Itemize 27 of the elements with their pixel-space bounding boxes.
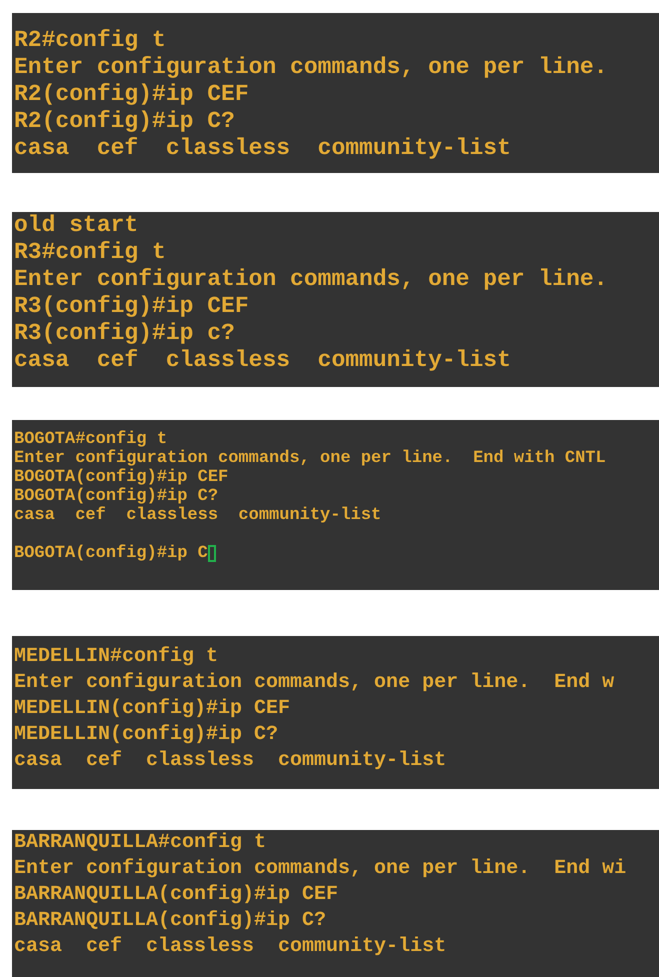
terminal-line: BOGOTA(config)#ip C? <box>14 487 218 506</box>
terminal-line: R2(config)#ip CEF <box>14 81 249 108</box>
terminal-line: Enter configuration commands, one per line. End wi <box>14 856 626 882</box>
terminal-line: MEDELLIN#config t <box>14 644 218 670</box>
terminal-line: Enter configuration commands, one per line. <box>14 266 608 293</box>
terminal-line: BARRANQUILLA(config)#ip C? <box>14 908 326 934</box>
terminal-line: Enter configuration commands, one per line. <box>14 54 608 81</box>
terminal-line: R2(config)#ip C? <box>14 108 235 135</box>
terminal-line: MEDELLIN(config)#ip C? <box>14 722 278 748</box>
terminal-line: R2#config t <box>14 27 166 54</box>
terminal-line: casa cef classless community-list <box>14 748 446 774</box>
terminal-line: casa cef classless community-list <box>14 506 382 525</box>
terminal-line: R3(config)#ip c? <box>14 320 235 347</box>
terminal-line: Enter configuration commands, one per line. End w <box>14 670 614 696</box>
terminal-line: MEDELLIN(config)#ip CEF <box>14 696 290 722</box>
terminal-line: old start <box>14 212 138 239</box>
terminal-line: casa cef classless community-list <box>14 934 446 960</box>
terminal-line: BARRANQUILLA#config t <box>14 830 266 856</box>
terminal-prompt: BOGOTA(config)#ip C <box>14 544 208 563</box>
terminal-line: BARRANQUILLA(config)#ip CEF <box>14 882 338 908</box>
terminal-line: casa cef classless community-list <box>14 347 511 374</box>
terminal-line: BOGOTA(config)#ip CEF <box>14 468 228 487</box>
terminal-line: Enter configuration commands, one per line. End with CNTL <box>14 449 606 468</box>
terminal-line: BOGOTA#config t <box>14 430 168 449</box>
terminal-line: R3#config t <box>14 239 166 266</box>
terminal-line: R3(config)#ip CEF <box>14 293 249 320</box>
terminal-line: casa cef classless community-list <box>14 135 511 162</box>
